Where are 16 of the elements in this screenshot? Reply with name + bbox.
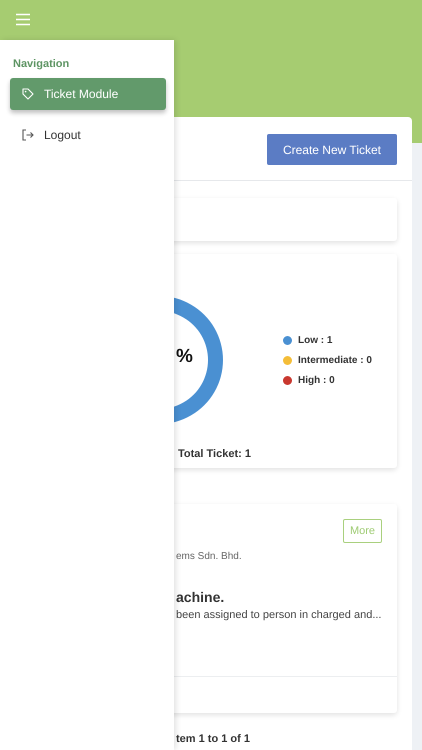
- company-name: ems Sdn. Bhd.: [176, 551, 243, 562]
- ticket-description: been assigned to person in charged and...: [176, 609, 382, 621]
- legend-label: High : 0: [298, 374, 335, 386]
- percent-label: %: [176, 346, 193, 368]
- logout-icon: [22, 129, 34, 141]
- legend-label: Low : 1: [298, 334, 332, 346]
- nav-item[interactable]: Logout: [10, 119, 166, 151]
- pagination-info: tem 1 to 1 of 1: [176, 733, 250, 745]
- ticket-title: achine.: [176, 589, 226, 605]
- create-ticket-button[interactable]: Create New Ticket: [266, 134, 397, 165]
- nav-heading: Navigation: [13, 58, 70, 70]
- legend-label: Intermediate : 0: [298, 354, 372, 366]
- total-ticket-label: Total Ticket: 1: [178, 448, 251, 460]
- tag-icon: [22, 88, 34, 100]
- menu-icon[interactable]: [16, 13, 30, 26]
- nav-item[interactable]: Ticket Module: [10, 78, 166, 110]
